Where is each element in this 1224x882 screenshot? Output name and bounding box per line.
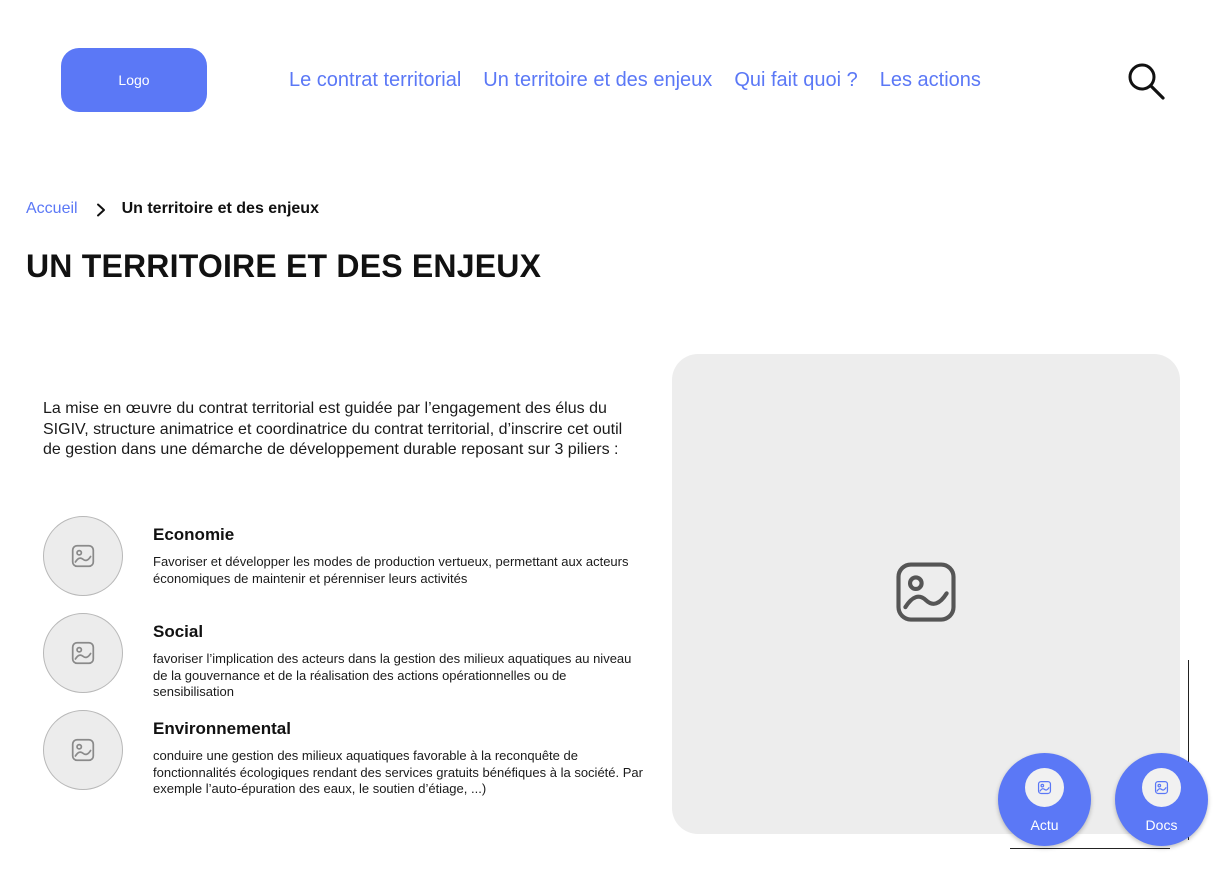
nav-item-contrat-territorial[interactable]: Le contrat territorial (289, 66, 461, 94)
breadcrumb-home-link[interactable]: Accueil (26, 198, 78, 220)
divider (1010, 848, 1170, 849)
image-placeholder-icon (1025, 768, 1064, 807)
breadcrumb-current: Un territoire et des enjeux (121, 200, 319, 217)
breadcrumb: Accueil Un territoire et des enjeux (26, 198, 319, 220)
chevron-right-icon (94, 202, 108, 217)
pillar-title: Economie (153, 525, 235, 544)
intro-paragraph: La mise en œuvre du contrat territorial … (43, 400, 623, 458)
image-placeholder-icon (893, 559, 959, 630)
image-placeholder-icon (43, 710, 123, 790)
nav-item-territoire-enjeux[interactable]: Un territoire et des enjeux (483, 66, 712, 94)
nav-item-qui-fait-quoi[interactable]: Qui fait quoi ? (734, 66, 857, 94)
actu-button-label: Actu (1030, 817, 1059, 833)
image-placeholder-icon (1142, 768, 1181, 807)
pillar-description: Favoriser et développer les modes de pro… (153, 554, 629, 586)
hero-image (672, 354, 1180, 834)
pillar-description: conduire une gestion des milieux aquatiq… (153, 748, 643, 796)
pillar-title: Environnemental (153, 719, 291, 738)
pillar-environnemental: Environnemental conduire une gestion des… (43, 710, 643, 796)
docs-button[interactable]: Docs (1115, 753, 1208, 846)
pillar-social: Social favoriser l’implication des acteu… (43, 613, 643, 699)
logo[interactable]: Logo (61, 48, 207, 112)
pillar-description: favoriser l’implication des acteurs dans… (153, 651, 632, 699)
image-placeholder-icon (43, 613, 123, 693)
image-placeholder-icon (43, 516, 123, 596)
pillar-title: Social (153, 622, 204, 641)
actu-button[interactable]: Actu (998, 753, 1091, 846)
main-nav: Le contrat territorial Un territoire et … (289, 66, 981, 94)
page-title: UN TERRITOIRE ET DES ENJEUX (26, 248, 542, 284)
docs-button-label: Docs (1145, 817, 1178, 833)
pillar-economie: Economie Favoriser et développer les mod… (43, 516, 643, 598)
search-icon[interactable] (1126, 60, 1166, 100)
nav-item-les-actions[interactable]: Les actions (880, 66, 981, 94)
